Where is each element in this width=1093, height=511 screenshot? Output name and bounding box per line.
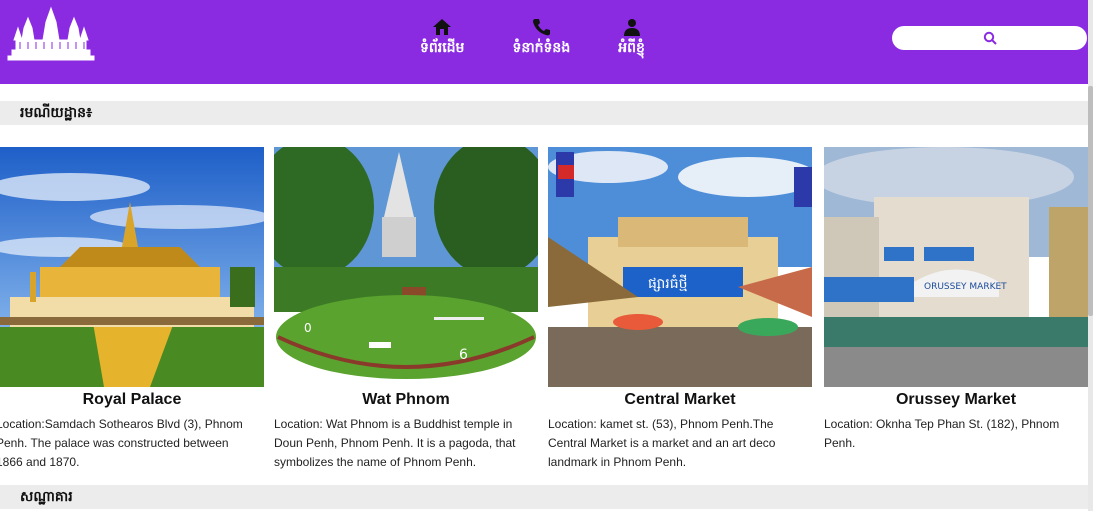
wat-phnom-photo[interactable]: 0 6 xyxy=(274,147,538,387)
card-royal-palace[interactable]: Royal Palace Location:Samdach Sothearos … xyxy=(0,147,264,477)
section-title-attractions: រមណីយដ្ឋាន៖ xyxy=(0,101,1088,125)
card-central-market[interactable]: ផ្សារធំថ្មី Central Market Location: kam… xyxy=(548,147,812,477)
nav-about[interactable]: អំពីខ្ញុំ xyxy=(618,18,645,59)
orussey-market-photo[interactable]: ORUSSEY MARKET xyxy=(824,147,1088,387)
search-input[interactable] xyxy=(892,26,1087,50)
royal-palace-photo[interactable] xyxy=(0,147,264,387)
svg-text:0: 0 xyxy=(304,321,312,335)
central-market-photo[interactable]: ផ្សារធំថ្មី xyxy=(548,147,812,387)
home-icon xyxy=(433,19,452,35)
card-title: Wat Phnom xyxy=(362,391,450,408)
svg-text:ORUSSEY MARKET: ORUSSEY MARKET xyxy=(924,282,1007,292)
card-description: Location:Samdach Sothearos Blvd (3), Phn… xyxy=(0,417,243,469)
attraction-cards: Royal Palace Location:Samdach Sothearos … xyxy=(0,147,1088,477)
nav-home[interactable]: ទំព័រដើម xyxy=(420,18,464,59)
nav-contact-label: ទំនាក់ទំនង xyxy=(512,40,571,56)
card-description: Location: Oknha Tep Phan St. (182), Phno… xyxy=(824,417,1060,450)
nav-home-label: ទំព័រដើម xyxy=(420,40,465,56)
page-scrollbar[interactable] xyxy=(1088,0,1093,511)
card-orussey-market[interactable]: ORUSSEY MARKET Orussey Market Location: … xyxy=(824,147,1088,477)
search-icon[interactable] xyxy=(983,31,997,45)
section-title-hotels: សណ្ឋាគារ xyxy=(0,485,1088,509)
top-header: ទំព័រដើម ទំនាក់ទំនង អំពីខ្ញុំ xyxy=(0,0,1088,84)
card-description: Location: kamet st. (53), Phnom Penh.The… xyxy=(548,417,776,469)
main-nav: ទំព័រដើម ទំនាក់ទំនង អំពីខ្ញុំ xyxy=(420,18,645,59)
card-title: Royal Palace xyxy=(82,391,182,408)
card-wat-phnom[interactable]: 0 6 Wat Phnom Location: Wat Phnom is a B… xyxy=(274,147,538,477)
scrollbar-thumb[interactable] xyxy=(1088,86,1093,316)
card-description: Location: Wat Phnom is a Buddhist temple… xyxy=(274,417,516,469)
svg-text:ផ្សារធំថ្មី: ផ្សារធំថ្មី xyxy=(648,274,688,292)
nav-about-label: អំពីខ្ញុំ xyxy=(618,40,645,56)
phone-icon xyxy=(533,19,551,36)
user-icon xyxy=(623,19,640,36)
nav-contact[interactable]: ទំនាក់ទំនង xyxy=(512,18,570,59)
svg-text:6: 6 xyxy=(459,347,468,363)
angkor-wat-logo[interactable] xyxy=(6,6,96,62)
card-title: Central Market xyxy=(624,391,736,408)
card-title: Orussey Market xyxy=(895,391,1017,408)
